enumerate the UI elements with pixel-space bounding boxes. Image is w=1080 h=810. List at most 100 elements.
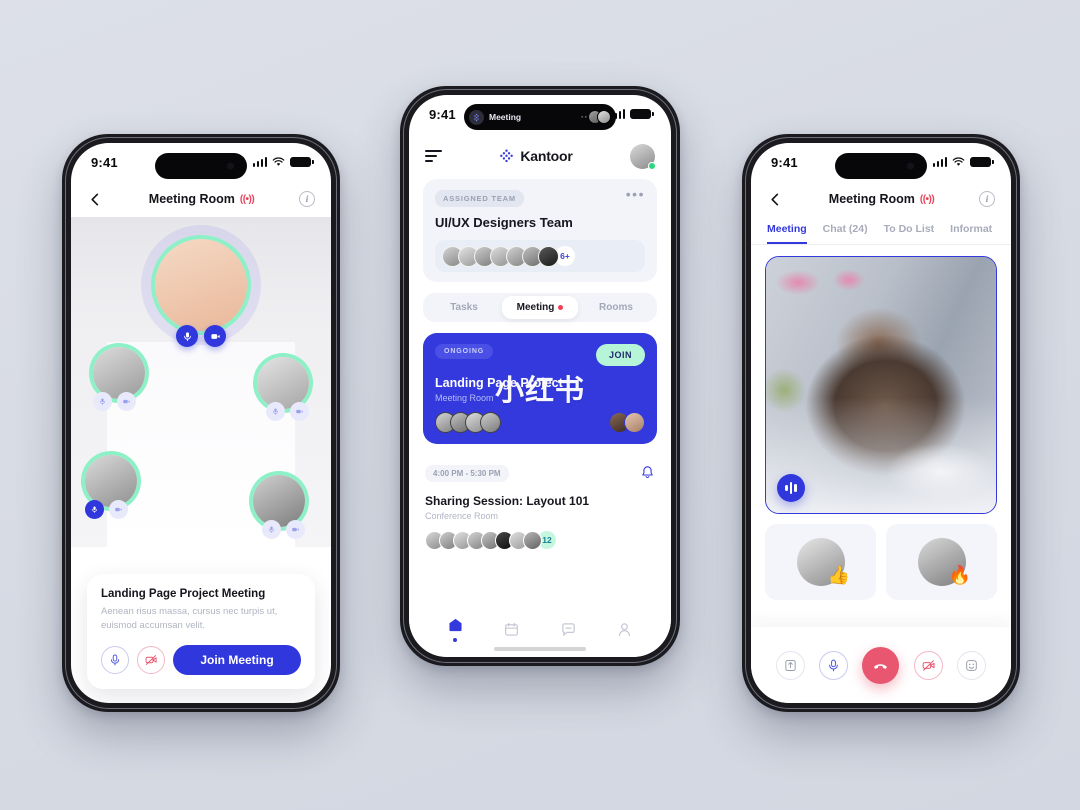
participant-tile[interactable]: [257, 357, 309, 421]
ongoing-meeting-card[interactable]: ONGOING JOIN Landing Page Project Meetin…: [423, 333, 657, 444]
segmented-tabs: Tasks Meeting Rooms: [423, 293, 657, 322]
camera-icon: [210, 333, 220, 339]
info-button[interactable]: i: [979, 191, 995, 207]
video-foreground: [766, 257, 996, 513]
page-title-text: Meeting Room: [828, 192, 915, 206]
phone-left: 9:41 Meeting Room ((•)) i Landing Page P…: [62, 134, 340, 712]
participant-camera-button[interactable]: [109, 500, 128, 519]
back-button[interactable]: [767, 191, 784, 208]
tab-tasks[interactable]: Tasks: [426, 296, 502, 319]
mic-icon: [272, 408, 279, 415]
main-video-tile[interactable]: [765, 256, 997, 514]
participant-mic-button[interactable]: [262, 520, 281, 539]
participant-mic-button[interactable]: [93, 392, 112, 411]
active-indicator: [453, 637, 458, 642]
audio-waveform-icon: [785, 482, 797, 495]
signal-icon: [932, 157, 947, 167]
tab-chat[interactable]: [560, 621, 577, 638]
status-icons: [610, 108, 654, 120]
mic-icon: [829, 659, 839, 671]
mic-button[interactable]: [819, 650, 849, 680]
ongoing-subtitle: Meeting Room: [435, 393, 494, 403]
participant-thumb[interactable]: 👍: [765, 524, 876, 600]
home-icon: [449, 618, 462, 631]
nav-bar-left: Meeting Room ((•)) i: [71, 181, 331, 217]
ongoing-status-chip: ONGOING: [435, 344, 494, 359]
wifi-icon: [272, 157, 285, 166]
tab-meeting[interactable]: Meeting: [767, 223, 807, 244]
home-indicator: [494, 647, 586, 651]
session-time: 4:00 PM - 5:30 PM: [425, 465, 509, 482]
tab-label: Rooms: [599, 302, 633, 313]
tab-calendar[interactable]: [503, 621, 520, 638]
bell-button[interactable]: [640, 465, 655, 485]
participant-tile[interactable]: [85, 455, 137, 519]
app-header: Kantoor: [409, 133, 671, 179]
mic-toggle-button[interactable]: [101, 646, 129, 674]
profile-icon: [619, 622, 631, 636]
tab-label: Tasks: [450, 302, 478, 313]
notification-dot-icon: [558, 305, 564, 310]
host-camera-button[interactable]: [204, 325, 226, 347]
tab-profile[interactable]: [616, 621, 633, 638]
island-avatars: [588, 110, 611, 124]
mic-icon: [268, 526, 275, 533]
notch: [155, 153, 247, 179]
tab-information[interactable]: Informat: [950, 223, 992, 244]
tab-meeting[interactable]: Meeting: [502, 296, 578, 319]
mic-icon: [99, 398, 106, 405]
status-time: 9:41: [91, 154, 118, 170]
tab-chat[interactable]: Chat (24): [823, 223, 868, 244]
arrow-left-icon: [771, 193, 779, 205]
team-member-avatars: 6+: [435, 240, 645, 272]
participant-mic-button[interactable]: [85, 500, 104, 519]
reaction-emoji: 🔥: [948, 565, 971, 586]
page-title: Meeting Room ((•)): [828, 192, 935, 206]
participant-tile[interactable]: [253, 475, 305, 539]
join-button[interactable]: JOIN: [595, 344, 645, 366]
camera-toggle-button[interactable]: [137, 646, 165, 674]
island-label: Meeting: [489, 112, 522, 122]
assigned-team-card[interactable]: ASSIGNED TEAM ••• UI/UX Designers Team 6…: [423, 179, 657, 282]
status-bar-left: 9:41: [71, 143, 331, 181]
more-horizontal-icon[interactable]: •••: [626, 187, 645, 201]
calendar-icon: [505, 622, 519, 636]
info-button[interactable]: i: [299, 191, 315, 207]
signal-icon: [252, 157, 267, 167]
participant-camera-button[interactable]: [290, 402, 309, 421]
tab-rooms[interactable]: Rooms: [578, 296, 654, 319]
participant-controls: [85, 500, 137, 519]
host-avatar[interactable]: [155, 239, 247, 331]
tab-todo-list[interactable]: To Do List: [884, 223, 935, 244]
status-time: 9:41: [771, 154, 798, 170]
end-call-icon: [874, 663, 888, 669]
hamburger-menu-button[interactable]: [425, 150, 442, 162]
host-mic-button[interactable]: [176, 325, 198, 347]
nav-bar-right: Meeting Room ((•)) i: [751, 181, 1011, 217]
participant-tile[interactable]: [93, 347, 145, 411]
camera-off-button[interactable]: [913, 650, 943, 680]
session-card[interactable]: 4:00 PM - 5:30 PM Sharing Session: Layou…: [423, 455, 657, 560]
kantoor-logo-icon: [469, 109, 484, 125]
battery-icon: [970, 156, 994, 168]
end-call-button[interactable]: [862, 646, 900, 684]
camera-dot-icon: [227, 162, 234, 170]
participant-camera-button[interactable]: [117, 392, 136, 411]
tab-home[interactable]: [447, 617, 464, 642]
participant-thumb[interactable]: 🔥: [886, 524, 997, 600]
dynamic-island[interactable]: Meeting ▪▪: [464, 104, 616, 130]
brand-name: Kantoor: [520, 148, 573, 164]
join-meeting-button[interactable]: Join Meeting: [173, 645, 301, 675]
camera-icon: [123, 399, 130, 404]
share-screen-button[interactable]: [776, 650, 806, 680]
camera-dot-icon: [907, 162, 914, 170]
participant-mic-button[interactable]: [266, 402, 285, 421]
profile-avatar[interactable]: [629, 143, 656, 170]
audio-indicator-button[interactable]: [777, 474, 805, 502]
status-time: 9:41: [429, 106, 456, 122]
ongoing-right-avatars: [609, 412, 645, 433]
emoji-button[interactable]: [956, 650, 986, 680]
back-button[interactable]: [87, 191, 104, 208]
participant-camera-button[interactable]: [286, 520, 305, 539]
arrow-left-icon: [91, 193, 99, 205]
